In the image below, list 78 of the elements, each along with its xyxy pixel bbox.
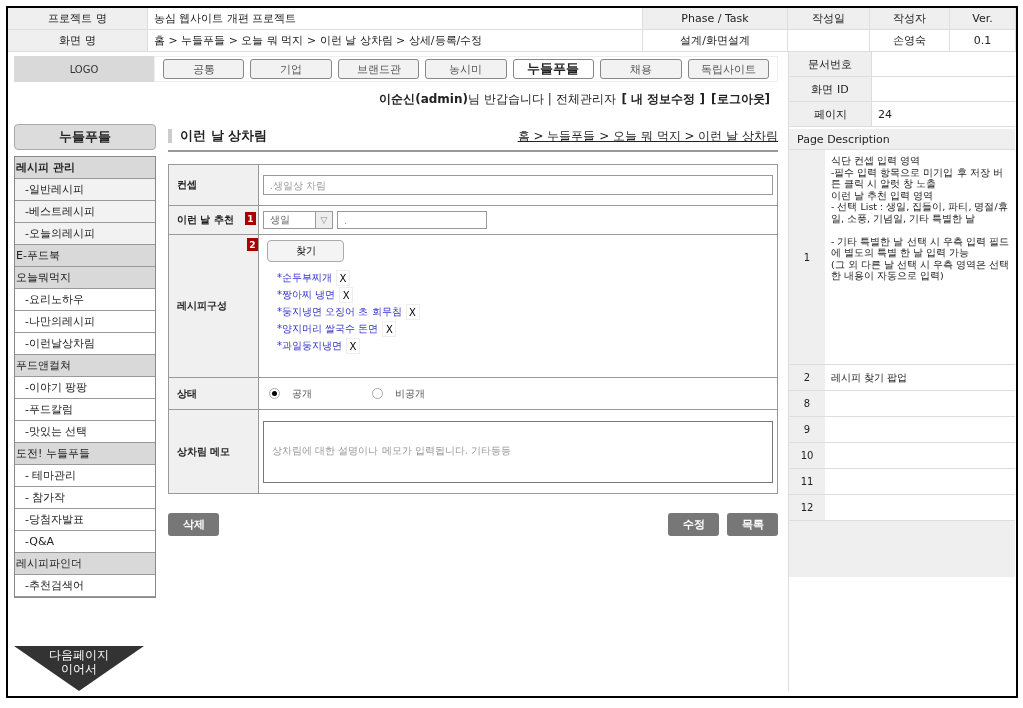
- header-label: 작성일: [788, 8, 870, 30]
- version-value: 0.1: [950, 30, 1016, 52]
- sidebar-group[interactable]: 레시피파인더: [15, 553, 155, 575]
- sidebar-title: 누들푸들: [14, 124, 156, 150]
- header-label: 화면 명: [8, 30, 148, 52]
- marker-badge: 2: [247, 238, 258, 251]
- remove-button[interactable]: X: [336, 270, 350, 286]
- phase-value: 설계/화면설계: [643, 30, 788, 52]
- sidebar-group[interactable]: 오늘뭐먹지: [15, 267, 155, 289]
- nav-tab[interactable]: 누들푸들: [512, 59, 595, 79]
- description-number: 11: [789, 469, 825, 494]
- header-label: Phase / Task: [643, 8, 788, 30]
- recipe-link[interactable]: *양지머리 쌀국수 돈면: [277, 322, 379, 336]
- remove-button[interactable]: X: [405, 304, 420, 320]
- user-link[interactable]: [ 내 정보수정 ]: [621, 91, 706, 108]
- breadcrumb-link[interactable]: 홈 > 누들푸들 > 오늘 뭐 먹지 > 이런 날 상차림: [517, 127, 778, 145]
- radio-button[interactable]: [269, 388, 280, 399]
- radio-label: 공개: [292, 386, 312, 401]
- meta-label: 문서번호: [789, 52, 871, 76]
- find-button[interactable]: 찾기: [267, 240, 344, 262]
- sidebar-group[interactable]: 도전! 누들푸들: [15, 443, 155, 465]
- recipe-link[interactable]: *짱아찌 냉면: [277, 288, 336, 302]
- radio-button[interactable]: [372, 388, 383, 399]
- description-text: 레시피 찾기 팝업: [831, 371, 908, 384]
- sidebar-item[interactable]: -오늘의레시피: [15, 223, 155, 245]
- header-label: 작성자: [870, 8, 950, 30]
- description-text: 식단 컨셉 입력 영역 -필수 입력 항목으로 미기입 후 저장 버튼 클릭 시 알럿 창 노출 이런 날 추천 입력 영역 - 선택 List : 생일, 집들이, 파티, 명절/휴일, 소풍, 기념일, 기타 특별한 날 - 기타 특별한 날 선택 시 우측 입력 필드에 별도의 특별 한 날 입력 가능 (그 외 다른 날 선택 시 우측 영역은 선택한 내용이 자동으로 입력): [831, 155, 1009, 282]
- page-title: 이런 날 상차림: [180, 127, 269, 145]
- nav-tab[interactable]: 공통: [163, 59, 245, 79]
- sidebar-item[interactable]: -베스트레시피: [15, 201, 155, 223]
- sidebar-group[interactable]: E-푸드북: [15, 245, 155, 267]
- description-number: 1: [789, 150, 825, 364]
- description-number: 12: [789, 495, 825, 520]
- radio-label: 비공개: [395, 386, 425, 401]
- nav-tab[interactable]: 기업: [250, 59, 332, 79]
- nav-tab[interactable]: 채용: [600, 59, 682, 79]
- meta-label: 페이지: [789, 102, 871, 126]
- form-label: 이런 날 추천: [177, 213, 234, 227]
- sidebar-group[interactable]: 푸드앤컬쳐: [15, 355, 155, 377]
- description-number: 8: [789, 391, 825, 416]
- header-label: Ver.: [950, 8, 1016, 30]
- next-page-label: 다음페이지 이어서: [49, 648, 109, 676]
- screen-path: 홈 > 누들푸들 > 오늘 뭐 먹지 > 이런 날 상차림 > 상세/등록/수정: [148, 30, 643, 52]
- meta-label: 화면 ID: [789, 77, 871, 101]
- memo-field[interactable]: 상차림에 대한 설명이나 메모가 입력됩니다. 기타등등: [263, 420, 773, 483]
- author-value: 손영숙: [870, 30, 950, 52]
- marker-badge: 1: [245, 212, 256, 225]
- remove-button[interactable]: X: [346, 338, 360, 354]
- action-button[interactable]: 수정: [668, 513, 719, 536]
- logo: LOGO: [14, 56, 154, 82]
- action-button[interactable]: 목록: [727, 513, 778, 536]
- description-number: 9: [789, 417, 825, 442]
- nav-tab[interactable]: 농시미: [425, 59, 507, 79]
- sidebar-group[interactable]: 레시피 관리: [15, 157, 155, 179]
- user-link[interactable]: [로그아웃]: [711, 91, 770, 108]
- occasion-select[interactable]: 생일 ▽: [263, 211, 333, 229]
- user-greeting: 이순신(admin)님 반갑습니다 | 전체관리자: [379, 91, 616, 108]
- delete-button[interactable]: 삭제: [168, 513, 219, 536]
- form-label: 레시피구성: [177, 299, 227, 313]
- recipe-link[interactable]: *과일둥지냉면: [277, 339, 342, 353]
- nav-tab[interactable]: 브랜드관: [337, 59, 420, 79]
- remove-button[interactable]: X: [339, 287, 354, 303]
- description-number: 2: [789, 365, 825, 390]
- project-name: 농심 웹사이트 개편 프로젝트: [148, 8, 643, 30]
- recipe-link[interactable]: *둥지냉면 오징어 초 회무침: [277, 305, 402, 319]
- meta-value: 24: [878, 107, 892, 121]
- header-label: 프로젝트 명: [8, 8, 148, 30]
- sidebar-item[interactable]: -일반레시피: [15, 179, 155, 201]
- nav-tab[interactable]: 독립사이트: [687, 59, 769, 79]
- description-number: 10: [789, 443, 825, 468]
- form-label: 컨셉: [177, 178, 197, 192]
- form-label: 상차림 메모: [177, 444, 231, 459]
- recipe-link[interactable]: *순두부찌개: [277, 271, 332, 285]
- description-title: Page Description: [789, 129, 1015, 150]
- remove-button[interactable]: X: [382, 321, 397, 337]
- occasion-field[interactable]: .: [337, 211, 487, 229]
- concept-field[interactable]: .생일상 차림: [263, 175, 773, 195]
- form-label: 상태: [177, 386, 197, 401]
